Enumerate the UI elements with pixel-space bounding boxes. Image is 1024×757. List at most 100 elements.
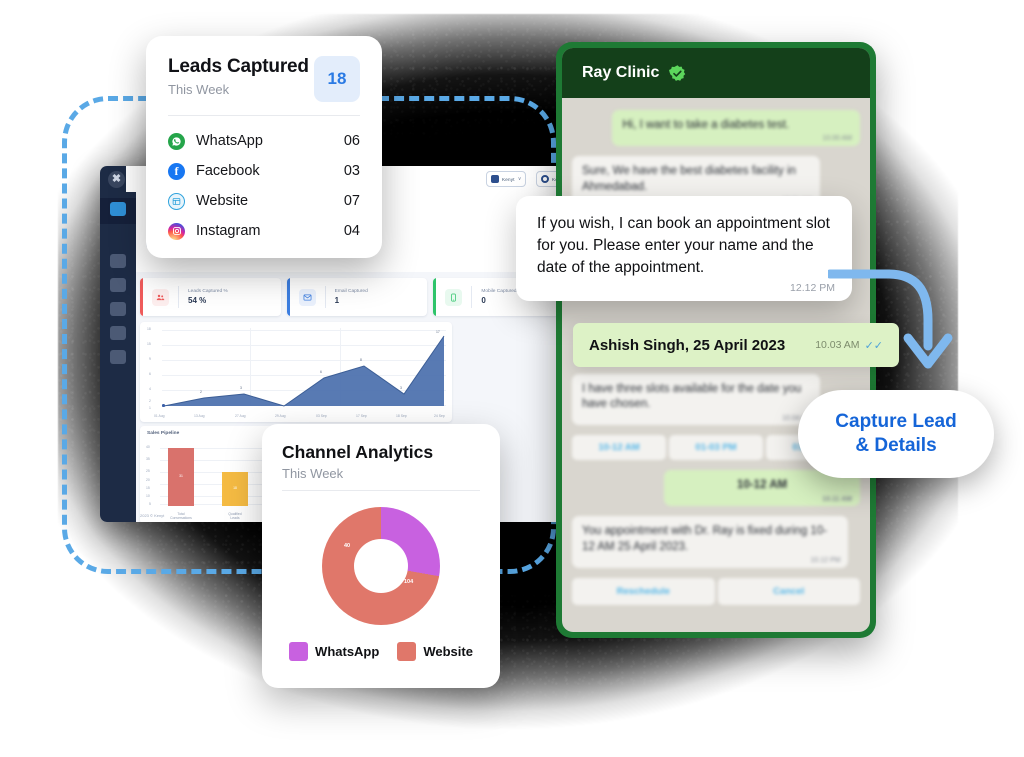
slot-button-2[interactable]: 01-03 PM xyxy=(669,435,763,461)
kpi-card-leads: Leads Captured % 54 % xyxy=(140,278,281,316)
legend-item-whatsapp: WhatsApp xyxy=(289,642,379,661)
gear-icon xyxy=(541,175,549,183)
kpi-accent-bar xyxy=(433,278,437,316)
divider xyxy=(168,115,360,116)
list-item: Website 07 xyxy=(168,186,360,216)
verified-icon xyxy=(668,64,687,83)
dashboard-copyright: 2023 © Kenyt xyxy=(140,513,165,518)
slot-button-1[interactable]: 10-12 AM xyxy=(572,435,666,461)
chat-bubble-confirmation: You appointment with Dr. Ray is fixed du… xyxy=(572,516,849,568)
facebook-icon: f xyxy=(168,162,185,180)
chat-header: Ray Clinic xyxy=(562,48,870,98)
dashboard-sidebar xyxy=(100,192,136,522)
chat-timestamp: 10.00 AM xyxy=(822,135,852,143)
chat-text: I have three slots available for the dat… xyxy=(582,382,802,411)
kpi-label: Mobile Captured xyxy=(481,289,517,294)
kpi-divider xyxy=(178,286,179,308)
sidebar-item-messages[interactable] xyxy=(110,254,126,268)
channel-analytics-card: Channel Analytics This Week 40 104 Whats… xyxy=(262,424,500,688)
sidebar-item-documents[interactable] xyxy=(110,350,126,364)
chat-bubble-outgoing: Hi, I want to take a diabetes test. 10.0… xyxy=(612,110,860,146)
callout-text: If you wish, I can book an appointment s… xyxy=(537,215,830,276)
chat-text: Sure, We have the best diabetes facility… xyxy=(582,164,796,193)
donut-chart: 40 104 xyxy=(322,507,440,625)
donut-label-website: 104 xyxy=(404,579,414,585)
mail-icon xyxy=(298,288,316,306)
legend-label: WhatsApp xyxy=(315,644,380,659)
page-title: Leads Captured xyxy=(168,56,309,77)
whatsapp-icon xyxy=(168,132,185,150)
kpi-accent-bar xyxy=(140,278,143,316)
chart-title: Sales Pipeline xyxy=(147,431,180,436)
chart-leads-trend: 18 15 9 6 4 2 1 2 3 6 8 3 17 01 Aug 13 A… xyxy=(140,322,452,422)
cancel-button[interactable]: Cancel xyxy=(717,577,860,605)
channel-value: 04 xyxy=(343,223,360,239)
kpi-label: Email Captured xyxy=(334,289,368,294)
chat-text: You appointment with Dr. Ray is fixed du… xyxy=(582,525,828,554)
kpi-card-email: Email Captured 1 xyxy=(286,278,428,316)
curved-arrow-icon xyxy=(828,269,953,369)
leads-captured-card: Leads Captured This Week 18 WhatsApp 06 … xyxy=(146,36,382,258)
chat-text: 10-12 AM xyxy=(737,479,788,492)
reschedule-button[interactable]: Reschedule xyxy=(572,577,715,605)
chevron-down-icon: ∨ xyxy=(517,176,522,182)
topbar-folder-label: Kenyt xyxy=(502,176,515,182)
sidebar-item-flows[interactable] xyxy=(110,302,126,316)
illustration-stage: ✖ Kenyt ∨ Kenyt_Dashboard Conversation xyxy=(0,0,1024,757)
list-item: Instagram 04 xyxy=(168,216,360,246)
bar-total-conversations: 31 xyxy=(168,448,194,506)
donut-label-whatsapp: 40 xyxy=(344,543,351,549)
chat-timestamp: 10.12 PM xyxy=(810,557,841,565)
sidebar-item-chat[interactable] xyxy=(110,202,126,216)
callout-bot-message: If you wish, I can book an appointment s… xyxy=(516,196,852,301)
user-reply-text: Ashish Singh, 25 April 2023 xyxy=(589,336,786,354)
channel-label: Facebook xyxy=(196,163,260,179)
leads-card-subtitle: This Week xyxy=(168,82,230,97)
channel-label: Website xyxy=(196,193,249,209)
kpi-accent-bar xyxy=(286,278,290,316)
list-item: WhatsApp 06 xyxy=(168,126,360,156)
bar-qualified-leads: 18 xyxy=(222,472,248,506)
leads-card-header: Leads Captured This Week 18 xyxy=(168,56,360,102)
channel-value: 03 xyxy=(343,163,360,179)
donut-center-hole xyxy=(354,539,408,593)
kpi-label: Leads Captured % xyxy=(188,289,228,294)
area-series xyxy=(163,335,445,407)
kpi-row: Leads Captured % 54 % Email Captured 1 M… xyxy=(136,278,578,316)
chat-bubble-slots-intro: I have three slots available for the dat… xyxy=(572,373,820,426)
people-icon xyxy=(152,288,169,306)
list-item: f Facebook 03 xyxy=(168,156,360,186)
kpi-divider xyxy=(324,286,326,308)
topbar-folder-button[interactable]: Kenyt ∨ xyxy=(486,171,527,187)
legend-item-website: Website xyxy=(397,642,473,661)
legend-swatch xyxy=(397,642,417,661)
legend-label: Website xyxy=(423,644,473,659)
capture-lead-line2: & Details xyxy=(855,435,937,456)
website-icon xyxy=(168,192,185,210)
sidebar-item-contacts[interactable] xyxy=(110,278,126,292)
legend-swatch xyxy=(289,642,309,661)
phone-icon xyxy=(445,288,463,306)
instagram-icon xyxy=(168,222,185,240)
chat-contact-name: Ray Clinic xyxy=(582,64,660,81)
channel-card-title: Channel Analytics xyxy=(282,442,434,462)
sidebar-item-reports[interactable] xyxy=(110,326,126,340)
folder-icon xyxy=(491,175,499,183)
x-logo-icon: ✖ xyxy=(108,171,125,188)
kpi-divider xyxy=(471,286,473,308)
kpi-value: 1 xyxy=(334,296,340,305)
divider xyxy=(282,490,480,491)
channel-label: WhatsApp xyxy=(196,133,263,149)
channel-card-subtitle: This Week xyxy=(282,466,344,481)
capture-lead-line1: Capture Lead xyxy=(835,410,957,432)
channel-value: 06 xyxy=(343,133,360,149)
kpi-value: 0 xyxy=(481,296,486,305)
kpi-value: 54 % xyxy=(188,296,207,305)
channel-label: Instagram xyxy=(196,223,261,239)
chat-timestamp: 10.11 AM xyxy=(822,495,852,503)
capture-lead-badge: Capture Lead & Details xyxy=(798,390,994,478)
leads-total-badge: 18 xyxy=(314,56,360,102)
chat-action-row: Reschedule Cancel xyxy=(572,577,860,605)
channel-value: 07 xyxy=(343,193,360,209)
chat-text: Hi, I want to take a diabetes test. xyxy=(622,119,790,131)
